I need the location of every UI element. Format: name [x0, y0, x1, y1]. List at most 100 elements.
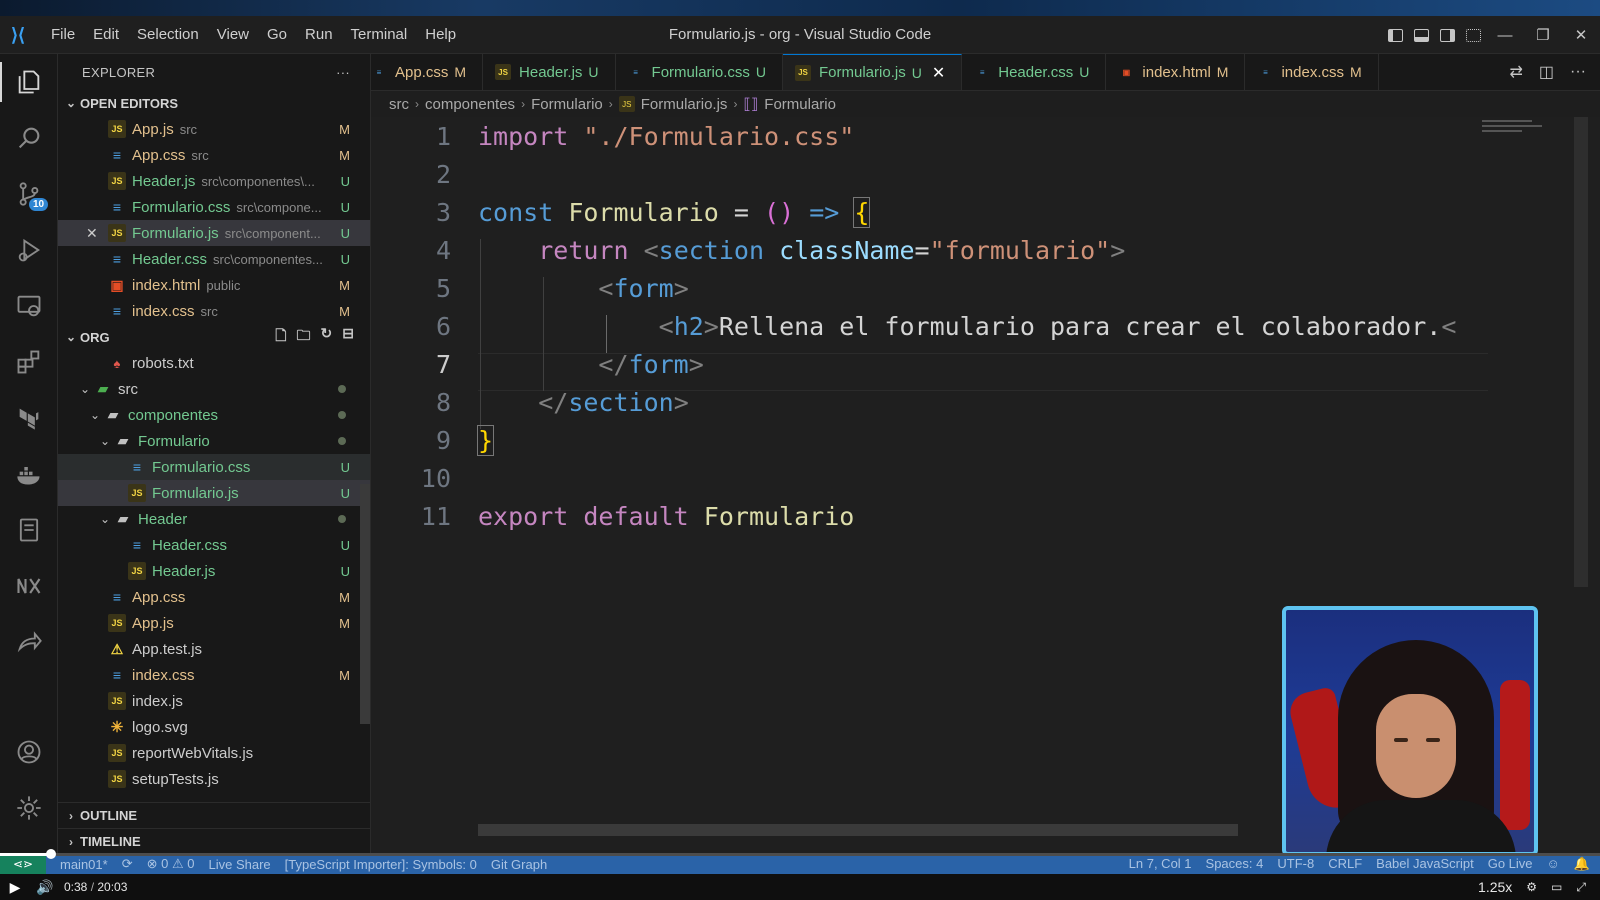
line-endings[interactable]: CRLF [1328, 856, 1362, 872]
ts-importer-status[interactable]: [TypeScript Importer]: Symbols: 0 [285, 857, 477, 872]
open-editor-item[interactable]: JS Header.js src\componentes\... U [58, 168, 370, 194]
close-window-icon[interactable]: ✕ [1562, 16, 1600, 54]
split-editor-icon[interactable]: ◫ [1539, 62, 1554, 82]
tree-item[interactable]: ⚠ App.test.js [58, 636, 370, 662]
customize-layout-icon[interactable] [1460, 16, 1486, 54]
settings-gear-icon[interactable]: ⚙ [1526, 880, 1537, 894]
indentation[interactable]: Spaces: 4 [1206, 856, 1264, 872]
source-control-icon[interactable]: 10 [0, 166, 58, 222]
open-editor-item[interactable]: ≡ Header.css src\componentes... U [58, 246, 370, 272]
restore-icon[interactable]: ❐ [1524, 16, 1562, 54]
remote-indicator-icon[interactable]: ⋖⋗ [0, 854, 46, 874]
fullscreen-icon[interactable]: ⤢ [1576, 880, 1586, 895]
tree-folder[interactable]: ⌄ ▰ componentes [58, 402, 370, 428]
close-editor-icon[interactable]: ✕ [86, 225, 98, 242]
video-progress-handle[interactable] [45, 849, 56, 859]
language-mode[interactable]: Babel JavaScript [1376, 856, 1474, 872]
tab-formulario-css[interactable]: ≡ Formulario.css U [616, 54, 784, 90]
toggle-panel-icon[interactable] [1408, 16, 1434, 54]
menu-file[interactable]: File [42, 16, 84, 54]
outline-header[interactable]: › OUTLINE [58, 802, 370, 828]
close-tab-icon[interactable]: ✕ [932, 63, 945, 83]
menu-edit[interactable]: Edit [84, 16, 128, 54]
remote-explorer-icon[interactable] [0, 278, 58, 334]
timeline-header[interactable]: › TIMELINE [58, 828, 370, 854]
encoding[interactable]: UTF-8 [1277, 856, 1314, 872]
tree-item[interactable]: JS Header.js U [58, 558, 370, 584]
playback-speed[interactable]: 1.25x [1478, 879, 1512, 895]
org-folder-header[interactable]: ⌄ ORG 🗋 🗀 ↻ ⊟ [58, 324, 370, 350]
editor-vertical-scrollbar[interactable] [1574, 117, 1588, 587]
open-editor-item[interactable]: ≡ App.css src M [58, 142, 370, 168]
run-debug-icon[interactable] [0, 222, 58, 278]
open-editor-item[interactable]: ▣ index.html public M [58, 272, 370, 298]
live-share-status[interactable]: Live Share [208, 857, 270, 872]
more-actions-icon[interactable]: ··· [1570, 63, 1586, 81]
toggle-secondary-sidebar-icon[interactable] [1434, 16, 1460, 54]
toggle-sidebar-icon[interactable] [1382, 16, 1408, 54]
sync-icon[interactable]: ⟳ [122, 856, 133, 872]
tree-item[interactable]: JS App.js M [58, 610, 370, 636]
git-graph-status[interactable]: Git Graph [491, 857, 547, 872]
nx-console-icon[interactable] [0, 558, 58, 614]
breadcrumb-item[interactable]: src [389, 96, 409, 113]
tab-app-css[interactable]: ≡ App.css M [371, 54, 484, 90]
open-editor-item-active[interactable]: ✕ JS Formulario.js src\component... U [58, 220, 370, 246]
open-editor-item[interactable]: ≡ index.css src M [58, 298, 370, 324]
minimize-icon[interactable]: — [1486, 16, 1524, 54]
extensions-icon[interactable] [0, 334, 58, 390]
more-actions-icon[interactable]: ··· [336, 65, 350, 80]
video-progress-bar[interactable] [0, 849, 1600, 859]
notebook-icon[interactable] [0, 502, 58, 558]
open-editors-header[interactable]: ⌄ OPEN EDITORS [58, 90, 370, 116]
breadcrumb-item[interactable]: Formulario [531, 96, 603, 113]
tree-folder[interactable]: ⌄ ▰ Formulario [58, 428, 370, 454]
search-icon[interactable] [0, 110, 58, 166]
accounts-icon[interactable] [0, 724, 58, 780]
tree-folder[interactable]: ⌄ ▰ Header [58, 506, 370, 532]
menu-help[interactable]: Help [416, 16, 465, 54]
tab-header-js[interactable]: JS Header.js U [483, 54, 616, 90]
settings-gear-icon[interactable] [0, 780, 58, 836]
open-editor-item[interactable]: ≡ Formulario.css src\compone... U [58, 194, 370, 220]
notifications-bell-icon[interactable]: 🔔 [1574, 856, 1590, 872]
tree-item[interactable]: JS setupTests.js [58, 766, 370, 792]
new-folder-icon[interactable]: 🗀 [297, 325, 311, 349]
new-file-icon[interactable]: 🗋 [275, 325, 286, 349]
breadcrumb-item[interactable]: Formulario.js [641, 96, 728, 113]
git-branch[interactable]: main01* [60, 857, 108, 872]
tree-item[interactable]: ✳ logo.svg [58, 714, 370, 740]
tab-index-html[interactable]: ▣ index.html M [1106, 54, 1246, 90]
tab-header-css[interactable]: ≡ Header.css U [962, 54, 1107, 90]
tree-item[interactable]: ≡ Header.css U [58, 532, 370, 558]
cursor-position[interactable]: Ln 7, Col 1 [1129, 856, 1192, 872]
tab-index-css[interactable]: ≡ index.css M [1245, 54, 1379, 90]
collapse-all-icon[interactable]: ⊟ [342, 325, 354, 349]
live-share-icon[interactable] [0, 614, 58, 670]
feedback-icon[interactable]: ☺ [1547, 856, 1560, 872]
editor-horizontal-scrollbar[interactable] [478, 824, 1238, 836]
menu-view[interactable]: View [208, 16, 258, 54]
tree-item[interactable]: ≡ index.css M [58, 662, 370, 688]
docker-icon[interactable] [0, 446, 58, 502]
tree-item-selected[interactable]: JS Formulario.js U [58, 480, 370, 506]
terraform-icon[interactable] [0, 390, 58, 446]
tree-item[interactable]: ♠ robots.txt [58, 350, 370, 376]
tree-item[interactable]: JS reportWebVitals.js [58, 740, 370, 766]
volume-icon[interactable]: 🔊 [30, 874, 60, 900]
tab-formulario-js[interactable]: JS Formulario.js U ✕ [783, 54, 963, 90]
breadcrumb-item[interactable]: componentes [425, 96, 515, 113]
go-live-button[interactable]: Go Live [1488, 856, 1533, 872]
tree-item[interactable]: JS index.js [58, 688, 370, 714]
breadcrumb-item[interactable]: Formulario [764, 96, 836, 113]
sidebar-scrollbar[interactable] [360, 484, 370, 724]
minimap[interactable] [1482, 117, 1552, 147]
refresh-icon[interactable]: ↻ [321, 325, 333, 349]
menu-run[interactable]: Run [296, 16, 342, 54]
menu-go[interactable]: Go [258, 16, 296, 54]
picture-in-picture-icon[interactable]: ▭ [1551, 880, 1562, 894]
compare-changes-icon[interactable]: ⇄ [1509, 62, 1522, 82]
menu-selection[interactable]: Selection [128, 16, 208, 54]
problems-indicator[interactable]: ⊗ 0 ⚠ 0 [147, 856, 195, 872]
explorer-icon[interactable] [0, 54, 58, 110]
